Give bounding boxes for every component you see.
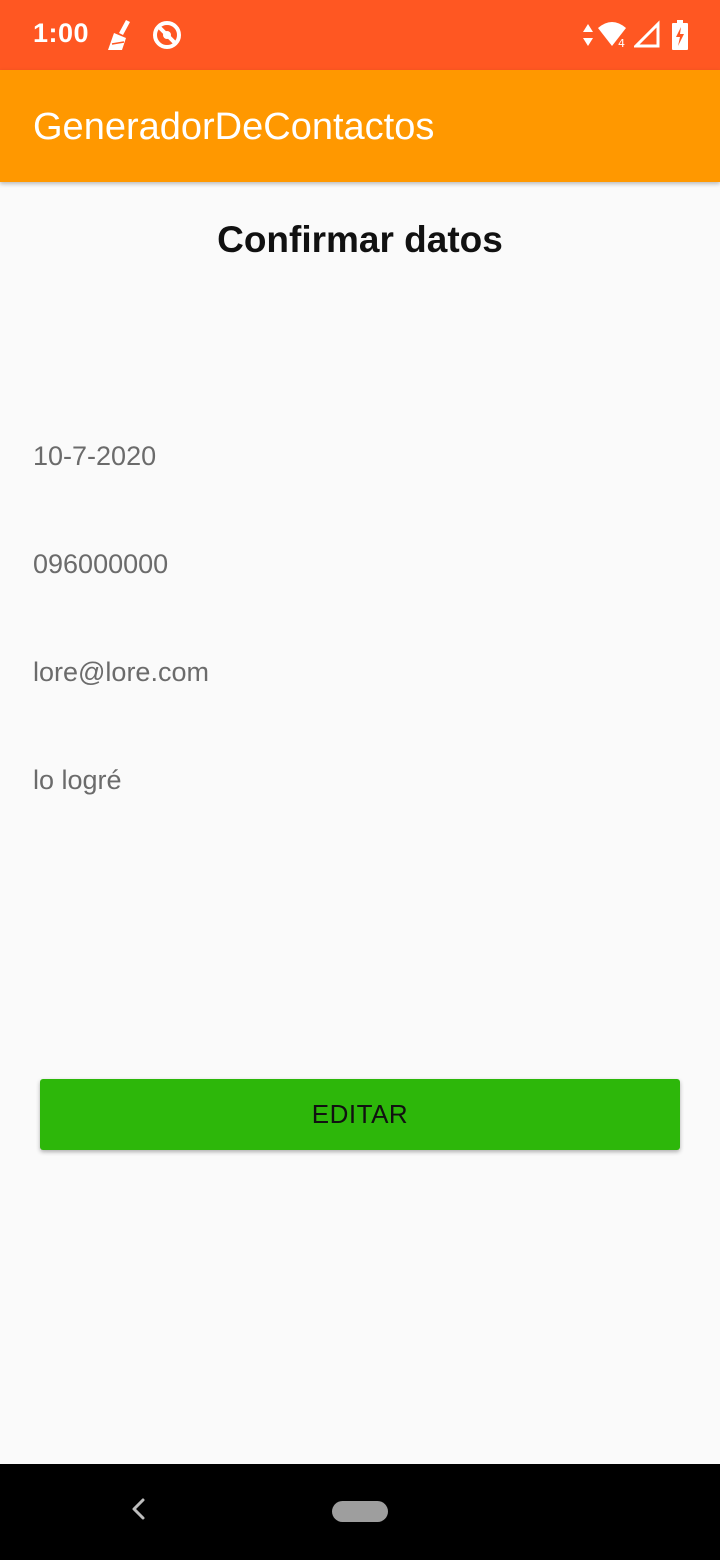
cell-signal-icon <box>634 20 660 48</box>
edit-button-label: EDITAR <box>311 1099 409 1129</box>
broom-icon <box>108 20 130 50</box>
app-title: GeneradorDeContactos <box>33 106 435 148</box>
blocked-circle-icon <box>153 21 181 49</box>
screen: 1:00 4 GeneradorDeContactos Confirmar da… <box>0 0 720 1560</box>
phone-value: 096000000 <box>33 549 169 579</box>
status-time: 1:00 <box>33 18 90 48</box>
data-arrows-icon <box>583 24 593 46</box>
app-bar: GeneradorDeContactos <box>0 70 720 182</box>
date-value: 10-7-2020 <box>33 441 157 471</box>
edit-button[interactable]: EDITAR <box>40 1079 680 1150</box>
wifi-icon: 4 <box>598 22 626 50</box>
wifi-badge: 4 <box>618 37 625 50</box>
page-title: Confirmar datos <box>217 219 503 260</box>
email-value: lore@lore.com <box>33 657 209 687</box>
battery-charging-icon <box>672 20 688 50</box>
status-bar: 1:00 4 <box>0 0 720 70</box>
home-pill-icon[interactable] <box>332 1501 388 1522</box>
description-value: lo logré <box>33 765 122 795</box>
back-icon[interactable] <box>128 1494 150 1524</box>
